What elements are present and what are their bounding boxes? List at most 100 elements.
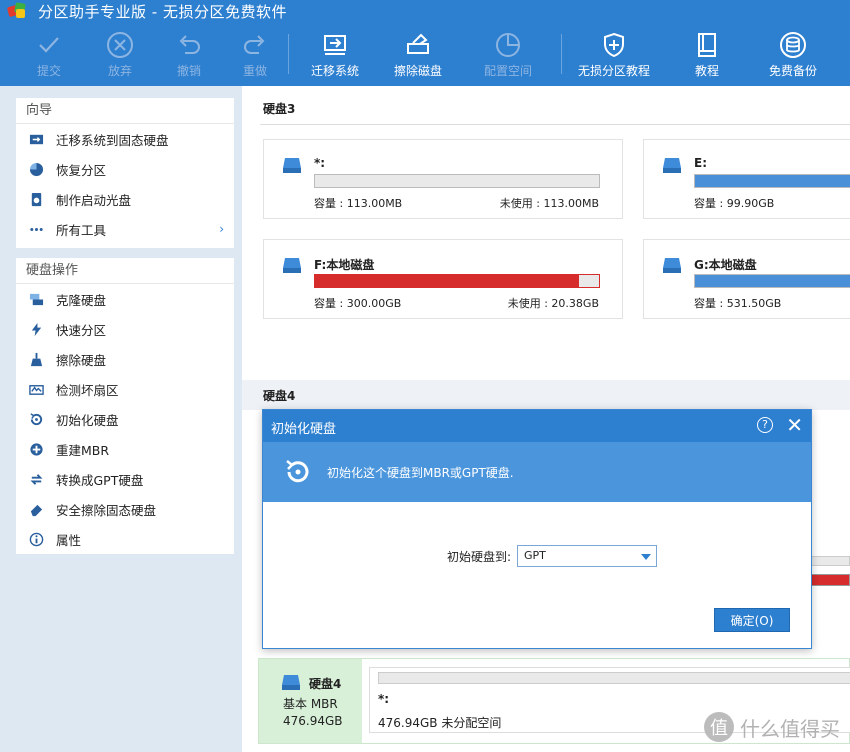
sidebar-item-secure-erase[interactable]: 安全擦除固态硬盘 [16,494,234,524]
wipe-disk-toolbar-button[interactable]: 擦除磁盘 [381,22,455,86]
undo-icon [179,35,200,54]
rebuild-mbr-icon [28,441,44,457]
initialize-disk-icon [28,411,44,427]
usage-bar [378,672,850,684]
usage-bar [808,556,850,566]
sidebar-item-recover-partition[interactable]: 恢复分区 [16,154,234,184]
sidebar-item-label: 迁移系统到固态硬盘 [56,132,169,148]
redo-icon [244,35,265,54]
wizard-title: 向导 [16,98,234,124]
recover-partition-icon [28,161,44,177]
commit-button[interactable]: 提交 [14,22,84,86]
disk-icon [663,258,681,273]
tutorial-label: 教程 [694,64,719,78]
eraser-icon [28,501,44,517]
database-backup-icon [780,32,806,58]
ok-button[interactable]: 确定(O) [714,608,790,632]
shield-plus-icon [604,32,624,58]
discard-icon [107,32,133,58]
info-icon [28,531,44,547]
sidebar-item-properties[interactable]: 属性 [16,524,234,554]
disk4-title: 硬盘4 [263,389,296,403]
check-icon [39,37,59,53]
usage-bar [314,174,600,188]
usage-bar [808,574,850,586]
sidebar: 向导 迁移系统到固态硬盘 恢复分区 制作启动光盘 所有工具 › 硬盘操作 克隆硬… [0,86,242,752]
disk-ops-title: 硬盘操作 [16,258,234,284]
discard-label: 放弃 [107,64,132,78]
sidebar-item-rebuild-mbr[interactable]: 重建MBR [16,434,234,464]
partition-capacity: 容量 : 113.00MB [314,197,403,210]
sidebar-item-label: 恢复分区 [56,162,107,178]
partition-style-select[interactable]: GPT [517,545,657,567]
wizard-panel: 向导 迁移系统到固态硬盘 恢复分区 制作启动光盘 所有工具 › [16,98,234,248]
redo-label: 重做 [242,64,267,78]
commit-label: 提交 [36,64,61,78]
tutorial-button[interactable]: 教程 [666,22,748,86]
free-backup-label: 免费备份 [768,64,817,78]
convert-gpt-icon [28,471,44,487]
partition-card[interactable]: E: 容量 : 99.90GB [643,139,850,219]
sidebar-item-label: 所有工具 [56,222,107,238]
bad-sector-icon [28,381,44,397]
sidebar-item-wipe-disk[interactable]: 擦除硬盘 [16,344,234,374]
watermark-logo: 值 [704,712,734,742]
allocate-space-label: 配置空间 [483,64,532,78]
sidebar-item-clone-disk[interactable]: 克隆硬盘 [16,284,234,314]
init-target-label: 初始硬盘到: [447,550,512,564]
initialize-disk-dialog: 初始化硬盘 ? ✕ 初始化这个硬盘到MBR或GPT硬盘. 初始硬盘到: GPT … [262,409,812,649]
disk-icon [283,258,301,273]
sidebar-item-quick-partition[interactable]: 快速分区 [16,314,234,344]
bootable-disc-icon [28,191,44,207]
redo-button[interactable]: 重做 [222,22,288,86]
lightning-icon [28,321,44,337]
help-icon[interactable]: ? [757,417,773,433]
sidebar-item-label: 重建MBR [56,442,110,458]
watermark: 值 什么值得买 [704,712,840,742]
undo-button[interactable]: 撤销 [156,22,222,86]
partition-name: G:本地磁盘 [694,258,757,272]
dialog-title: 初始化硬盘 [271,422,337,437]
sidebar-item-bootable-disc[interactable]: 制作启动光盘 [16,184,234,214]
migrate-ssd-icon [28,131,44,147]
partition-capacity: 容量 : 531.50GB [694,297,782,310]
allocate-space-button[interactable]: 配置空间 [455,22,561,86]
usage-bar [314,274,600,288]
usage-fill [695,275,850,287]
free-backup-button[interactable]: 免费备份 [748,22,838,86]
dialog-title-bar: 初始化硬盘 ? ✕ [263,410,811,442]
chevron-right-icon: › [219,222,224,236]
sidebar-item-label: 擦除硬盘 [56,352,107,368]
discard-button[interactable]: 放弃 [84,22,156,86]
broom-icon [28,351,44,367]
sidebar-item-label: 克隆硬盘 [56,292,107,308]
window-title: 分区助手专业版 - 无损分区免费软件 [38,2,287,21]
select-value: GPT [524,549,546,562]
disk4-band [242,380,850,410]
partition-capacity: 容量 : 99.90GB [694,197,775,210]
chevron-down-icon [641,554,651,560]
sidebar-item-bad-sector[interactable]: 检测坏扇区 [16,374,234,404]
partition-card[interactable]: G:本地磁盘 容量 : 531.50GB [643,239,850,319]
disk3-header: 硬盘3 [242,86,850,122]
lossless-tutorial-button[interactable]: 无损分区教程 [562,22,666,86]
close-icon[interactable]: ✕ [786,414,803,436]
sidebar-item-initialize-disk[interactable]: 初始化硬盘 [16,404,234,434]
sidebar-item-label: 转换成GPT硬盘 [56,472,144,488]
title-bar: 分区助手专业版 - 无损分区免费软件 [0,0,850,22]
usage-fill [315,275,580,287]
watermark-text: 什么值得买 [740,716,840,741]
sidebar-item-convert-gpt[interactable]: 转换成GPT硬盘 [16,464,234,494]
migrate-os-button[interactable]: 迁移系统 [289,22,381,86]
partition-card[interactable]: *: 容量 : 113.00MB 未使用 : 113.00MB [263,139,623,219]
sidebar-item-migrate-ssd[interactable]: 迁移系统到固态硬盘 [16,124,234,154]
partition-capacity: 容量 : 300.00GB [314,297,402,310]
sidebar-item-label: 初始化硬盘 [56,412,119,428]
usage-bar [694,274,850,288]
partition-card[interactable]: F:本地磁盘 容量 : 300.00GB 未使用 : 20.38GB [263,239,623,319]
sidebar-item-label: 安全擦除固态硬盘 [56,502,157,518]
sidebar-item-all-tools[interactable]: 所有工具 › [16,214,234,244]
sidebar-item-label: 属性 [56,532,82,548]
disk4-name: 硬盘4 [309,677,342,691]
book-icon [698,33,716,57]
